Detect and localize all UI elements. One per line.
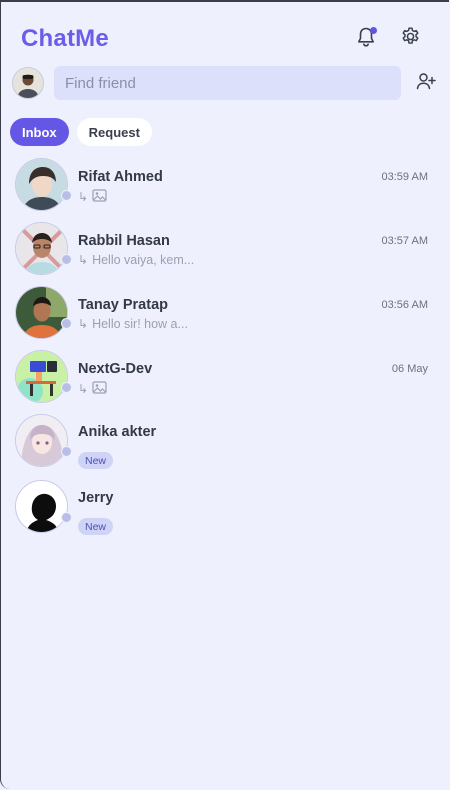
message-preview: ↳	[78, 189, 107, 205]
conversation-item[interactable]: Jerry New	[1, 476, 449, 542]
settings-button[interactable]	[399, 26, 421, 52]
conversation-item[interactable]: NextG-Dev 06 May ↳	[1, 346, 449, 410]
message-time: 03:59 AM	[381, 171, 428, 183]
avatar	[15, 414, 68, 467]
reply-arrow-icon: ↳	[78, 317, 89, 331]
presence-indicator	[61, 382, 72, 393]
app-window: ChatMe Find friend Inbox Request Rifat A…	[0, 0, 449, 789]
presence-indicator	[61, 512, 72, 523]
contact-name: Tanay Pratap	[78, 297, 168, 313]
conversation-item[interactable]: Rabbil Hasan 03:57 AM ↳ Hello vaiya, kem…	[1, 218, 449, 282]
contact-name: Rabbil Hasan	[78, 233, 170, 249]
gear-icon	[400, 26, 421, 52]
contact-name: Anika akter	[78, 424, 157, 440]
conversation-item[interactable]: Anika akter New	[1, 410, 449, 476]
notifications-button[interactable]	[355, 27, 377, 50]
new-badge: New	[78, 452, 114, 469]
message-time: 03:57 AM	[381, 235, 428, 247]
my-avatar[interactable]	[12, 67, 44, 99]
conversation-list: Rifat Ahmed 03:59 AM ↳ Rabbil Hasan 03:5…	[1, 154, 449, 542]
header-actions	[355, 26, 421, 52]
avatar	[15, 222, 68, 275]
new-badge: New	[78, 518, 114, 535]
add-friend-button[interactable]	[415, 72, 437, 94]
contact-name: Rifat Ahmed	[78, 169, 163, 185]
message-preview: ↳ Hello sir! how a...	[78, 317, 188, 331]
notification-dot	[370, 27, 377, 34]
tabs: Inbox Request	[10, 118, 152, 146]
presence-indicator	[61, 446, 72, 457]
avatar	[15, 350, 68, 403]
message-time: 03:56 AM	[381, 299, 428, 311]
app-brand: ChatMe	[21, 25, 109, 52]
conversation-item[interactable]: Rifat Ahmed 03:59 AM ↳	[1, 154, 449, 218]
avatar	[15, 158, 68, 211]
tab-inbox[interactable]: Inbox	[10, 118, 69, 146]
preview-text: Hello sir! how a...	[92, 317, 188, 331]
preview-text: Hello vaiya, kem...	[92, 253, 195, 267]
message-time: 06 May	[391, 363, 428, 375]
presence-indicator	[61, 318, 72, 329]
reply-arrow-icon: ↳	[78, 253, 89, 267]
message-preview: ↳	[78, 381, 107, 397]
search-input[interactable]	[54, 66, 401, 100]
reply-arrow-icon: ↳	[78, 190, 89, 204]
message-preview: ↳ Hello vaiya, kem...	[78, 253, 194, 267]
image-icon	[92, 189, 107, 205]
avatar	[15, 480, 68, 533]
presence-indicator	[61, 254, 72, 265]
conversation-item[interactable]: Tanay Pratap 03:56 AM ↳ Hello sir! how a…	[1, 282, 449, 346]
search-row	[12, 66, 437, 100]
reply-arrow-icon: ↳	[78, 382, 89, 396]
contact-name: Jerry	[78, 490, 114, 506]
header: ChatMe	[21, 24, 429, 54]
user-plus-icon	[416, 72, 436, 95]
avatar	[15, 286, 68, 339]
presence-indicator	[61, 190, 72, 201]
tab-request[interactable]: Request	[76, 118, 152, 146]
contact-name: NextG-Dev	[78, 361, 153, 377]
image-icon	[92, 381, 107, 397]
